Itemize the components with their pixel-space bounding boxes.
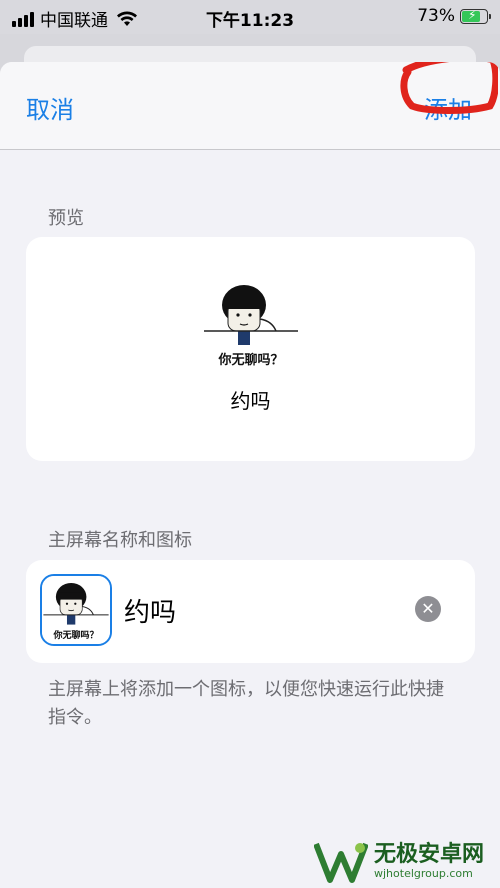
watermark-text: 无极安卓网 wjhotelgroup.com: [374, 841, 485, 880]
battery-icon: ⚡: [460, 7, 491, 24]
site-watermark: 无极安卓网 wjhotelgroup.com: [314, 838, 484, 884]
clear-text-button[interactable]: ✕: [415, 596, 441, 622]
meme-face-icon: 你无聊吗？: [42, 576, 110, 644]
preview-section-label: 预览: [48, 208, 84, 229]
preview-app-name: 约吗: [230, 389, 271, 413]
preview-card: 你无聊吗？ 约吗: [26, 237, 475, 461]
preview-icon-caption: 你无聊吗？: [217, 352, 283, 368]
choose-icon-button[interactable]: 你无聊吗？: [40, 574, 112, 646]
charging-bolt-icon: ⚡: [468, 7, 477, 22]
status-bar: 中国联通 下午11:23 73% ⚡: [0, 0, 500, 34]
cancel-button[interactable]: 取消: [26, 90, 74, 125]
meme-face-icon: 你无聊吗？: [202, 275, 300, 373]
name-and-icon-card: 你无聊吗？ ✕: [26, 560, 475, 663]
watermark-subtitle: wjhotelgroup.com: [374, 866, 473, 880]
home-screen-footnote: 主屏幕上将添加一个图标，以便您快速运行此快捷指令。: [48, 679, 444, 728]
small-icon-caption: 你无聊吗？: [52, 629, 98, 641]
home-screen-name-input[interactable]: [124, 590, 404, 630]
battery-percent: 73%: [417, 6, 455, 26]
red-circle-annotation: [400, 62, 498, 114]
status-right: 73% ⚡: [417, 6, 491, 26]
shortcut-icon-preview: 你无聊吗？: [202, 275, 300, 373]
nav-bar: 取消 添加: [0, 62, 500, 150]
home-screen-section-label: 主屏幕名称和图标: [48, 530, 192, 551]
add-to-home-sheet: 取消 添加 预览 你无聊吗？ 约吗 主屏幕名称和图标 你无聊吗？ 约吗 ✕ 主屏…: [0, 62, 500, 888]
watermark-logo-icon: [314, 842, 368, 883]
battery-cap: [489, 13, 491, 19]
watermark-title: 无极安卓网: [374, 841, 485, 867]
